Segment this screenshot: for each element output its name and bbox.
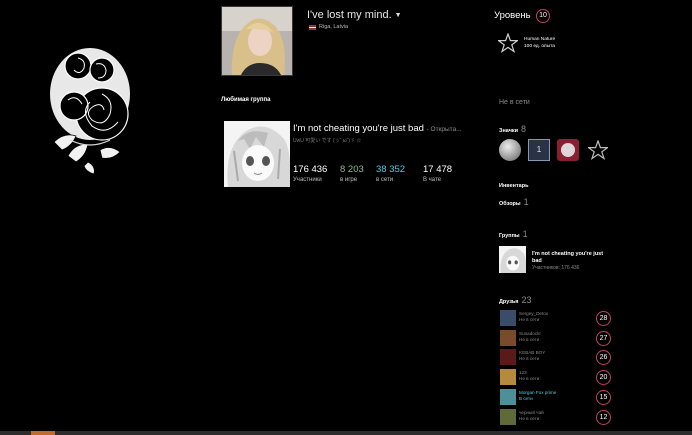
stat-in-game-label: в игре	[340, 177, 358, 183]
friend-avatar	[500, 409, 516, 425]
profile-location: Riga, Latvia	[309, 24, 348, 30]
persona-name: I've lost my mind.	[307, 9, 392, 21]
badges-label: Значки	[499, 128, 519, 134]
anime-girl-image	[224, 121, 290, 187]
rose-skull-artwork	[50, 48, 130, 175]
favorite-group-avatar[interactable]	[224, 121, 290, 187]
level-badge[interactable]: 10	[536, 9, 550, 23]
group-members: Участников: 176 436	[532, 265, 580, 271]
friend-item[interactable]: 123 Не в сети 20	[500, 369, 612, 387]
location-text: Riga, Latvia	[319, 24, 349, 30]
friend-status: Не в сети	[519, 356, 540, 361]
group-avatar[interactable]	[499, 246, 526, 273]
stat-members: 176 436 Участники	[293, 164, 327, 183]
featured-badge-name: Human Nature	[524, 37, 556, 42]
reviews-label: Обзоры	[499, 201, 521, 207]
friend-level: 15	[596, 390, 611, 405]
steam-badge-icon[interactable]	[557, 139, 579, 161]
friend-name: KEBAB BOY	[519, 350, 546, 355]
friends-link[interactable]: Друзья 23	[499, 295, 532, 305]
friend-status: Не в сети	[519, 376, 540, 381]
stat-in-chat-label: В чате	[423, 177, 442, 183]
friend-item[interactable]: Sunadock! Не в сети 27	[500, 330, 612, 348]
dropdown-caret-icon: ▼	[394, 11, 402, 19]
friend-level: 26	[596, 350, 611, 365]
friend-status: В сети	[519, 396, 533, 401]
friend-avatar	[500, 389, 516, 405]
latvia-flag-icon	[309, 24, 316, 30]
group-name: I'm not cheating you're just bad	[293, 123, 424, 134]
bottom-bar	[0, 431, 692, 435]
avatar-photo	[222, 7, 292, 75]
reviews-link[interactable]: Обзоры 1	[499, 197, 529, 207]
friend-avatar	[500, 330, 516, 346]
group-name-link[interactable]: I'm not cheating you're just bad	[532, 251, 612, 265]
friend-level: 28	[596, 311, 611, 326]
favorite-group-link[interactable]: I'm not cheating you're just bad - Откры…	[293, 123, 462, 134]
friends-count: 23	[521, 295, 532, 305]
pentagram-icon[interactable]	[498, 33, 518, 53]
friend-name: Sunadock!	[519, 331, 541, 336]
friend-item[interactable]: черный чай Не в сети 12	[500, 409, 612, 427]
friend-level: 20	[596, 370, 611, 385]
friend-status: Не в сети	[519, 317, 540, 322]
inventory-link[interactable]: Инвентарь	[499, 183, 528, 189]
featured-badge-xp: 100 ед. опыта	[524, 44, 555, 49]
friend-level: 12	[596, 410, 611, 425]
friend-name: черный чай	[519, 410, 544, 415]
friend-name: 123	[519, 370, 527, 375]
reviews-count: 1	[523, 197, 529, 207]
stat-in-game-value: 8 203	[340, 164, 364, 175]
steam-logo-icon	[561, 143, 575, 157]
group-status: - Открыта...	[426, 126, 462, 133]
badges-count: 8	[521, 124, 527, 134]
badges-link[interactable]: Значки 8	[499, 124, 526, 134]
friend-status: Не в сети	[519, 337, 540, 342]
group-avatar-image	[499, 246, 526, 273]
level-label: Уровень	[494, 10, 531, 21]
groups-count: 1	[522, 229, 528, 239]
group-tagline: UwU 可愛い です (ぅ˘ ω˘)ゞ ☆	[293, 138, 362, 144]
friend-name: Morgan Fox prime	[519, 390, 557, 395]
stat-online-value: 38 352	[376, 164, 406, 175]
friend-item[interactable]: Sergey_Detox Не в сети 28	[500, 310, 612, 328]
friend-status: Не в сети	[519, 416, 540, 421]
friends-label: Друзья	[499, 299, 519, 305]
stat-in-chat-value: 17 478	[423, 164, 453, 175]
favorite-group-title: Любимая группа	[221, 97, 271, 103]
pentagram-badge-icon[interactable]	[588, 140, 608, 160]
persona-name-dropdown[interactable]: I've lost my mind. ▼	[307, 9, 402, 21]
friend-name: Sergey_Detox	[519, 311, 549, 316]
years-badge-icon[interactable]: 1	[528, 139, 550, 161]
friend-avatar	[500, 349, 516, 365]
groups-link[interactable]: Группы 1	[499, 229, 528, 239]
stat-members-value: 176 436	[293, 164, 328, 175]
stat-online: 38 352 в сети	[376, 164, 405, 183]
friend-item[interactable]: Morgan Fox prime В сети 15	[500, 389, 612, 407]
stat-in-chat: 17 478 В чате	[423, 164, 452, 183]
profile-avatar[interactable]	[221, 6, 293, 76]
bottom-tab[interactable]	[31, 431, 55, 435]
stat-in-game: 8 203 в игре	[340, 164, 364, 183]
friend-avatar	[500, 369, 516, 385]
online-status: Не в сети	[499, 99, 530, 106]
groups-label: Группы	[499, 233, 520, 239]
stat-members-label: Участники	[293, 177, 322, 183]
stat-online-label: в сети	[376, 177, 394, 183]
friend-item[interactable]: KEBAB BOY Не в сети 26	[500, 349, 612, 367]
friend-avatar	[500, 310, 516, 326]
friend-level: 27	[596, 331, 611, 346]
coin-badge-icon[interactable]	[499, 139, 521, 161]
